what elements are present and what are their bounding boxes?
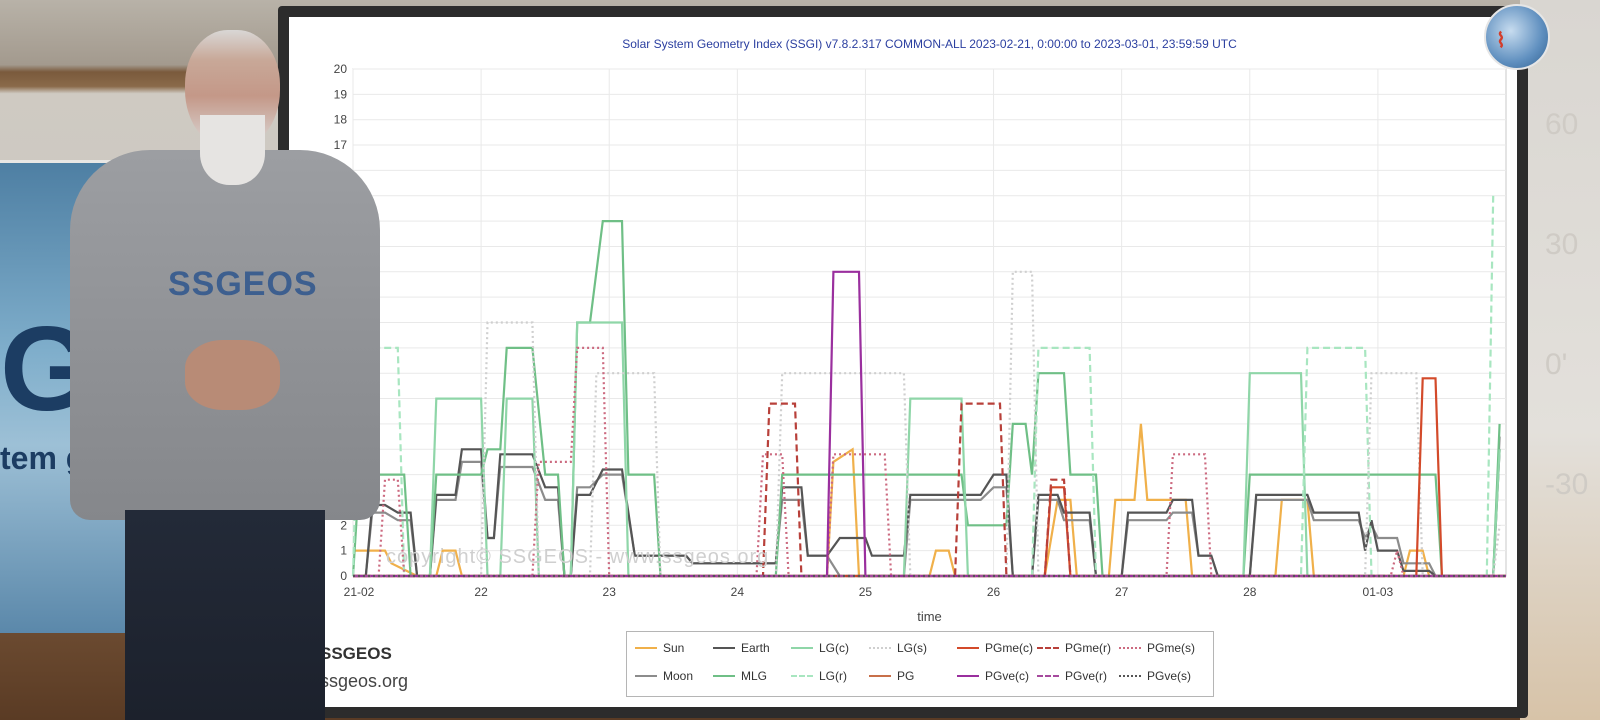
legend-item: PGve(c) (957, 668, 1029, 684)
legend-label: LG(s) (897, 641, 927, 655)
legend-label: PGve(r) (1065, 669, 1107, 683)
legend-item: PG (869, 668, 914, 684)
x-axis-label: time (917, 609, 942, 624)
legend-item: LG(c) (791, 640, 849, 656)
legend-label: MLG (741, 669, 768, 683)
legend-swatch (869, 647, 891, 649)
legend-item: LG(r) (791, 668, 847, 684)
ssgeos-logo-badge: ⌇ (1484, 4, 1550, 70)
legend-item: MLG (713, 668, 767, 684)
legend-item: Earth (713, 640, 770, 656)
legend-swatch (1119, 647, 1141, 649)
legend-item: Sun (635, 640, 684, 656)
legend-item: PGve(s) (1119, 668, 1191, 684)
legend-swatch (957, 675, 979, 677)
presenter: SSGEOS (70, 30, 390, 720)
sweatshirt-logo: SSGEOS (168, 265, 318, 303)
legend-swatch (713, 647, 735, 649)
legend-label: PGme(c) (985, 641, 1033, 655)
legend-label: Sun (663, 641, 685, 655)
legend-item: PGve(r) (1037, 668, 1107, 684)
x-tick-label: 27 (1115, 585, 1129, 599)
presenter-legs (125, 510, 325, 720)
legend-item: PGme(r) (1037, 640, 1111, 656)
presenter-hands (185, 340, 280, 410)
legend-item: PGme(s) (1119, 640, 1195, 656)
chart-legend: Sun Earth LG(c) LG(s) PGme(c) PGme(r) PGme(s) M… (626, 631, 1214, 697)
legend-item: Moon (635, 668, 693, 684)
legend-label: LG(r) (819, 669, 847, 683)
legend-label: PGme(s) (1147, 641, 1195, 655)
legend-label: Moon (663, 669, 694, 683)
legend-item: LG(s) (869, 640, 927, 656)
presenter-beard (200, 115, 265, 185)
chart-watermark: copyright© SSGEOS - www.ssgeos.org (386, 546, 770, 568)
presenter-sweatshirt (70, 150, 380, 520)
x-tick-label: 23 (603, 585, 617, 599)
legend-swatch (791, 675, 813, 677)
legend-swatch (635, 675, 657, 677)
legend-label: LG(c) (819, 641, 849, 655)
legend-swatch (635, 647, 657, 649)
legend-label: PGme(r) (1065, 641, 1111, 655)
x-tick-label: 24 (731, 585, 745, 599)
legend-swatch (1037, 647, 1059, 649)
x-tick-label: 22 (474, 585, 488, 599)
legend-swatch (1119, 675, 1141, 677)
legend-swatch (713, 675, 735, 677)
chart-title: Solar System Geometry Index (SSGI) v7.8.… (622, 37, 1237, 51)
x-tick-label: 25 (859, 585, 873, 599)
legend-swatch (957, 647, 979, 649)
pulse-icon: ⌇ (1496, 30, 1506, 52)
legend-swatch (791, 647, 813, 649)
x-tick-label: 28 (1243, 585, 1257, 599)
x-tick-label: 26 (987, 585, 1001, 599)
legend-label: PGve(c) (985, 669, 1030, 683)
legend-label: PG (897, 669, 915, 683)
legend-label: PGve(s) (1147, 669, 1192, 683)
legend-swatch (1037, 675, 1059, 677)
legend-swatch (869, 675, 891, 677)
x-tick-label: 01-03 (1363, 585, 1394, 599)
legend-label: Earth (741, 641, 770, 655)
legend-item: PGme(c) (957, 640, 1033, 656)
